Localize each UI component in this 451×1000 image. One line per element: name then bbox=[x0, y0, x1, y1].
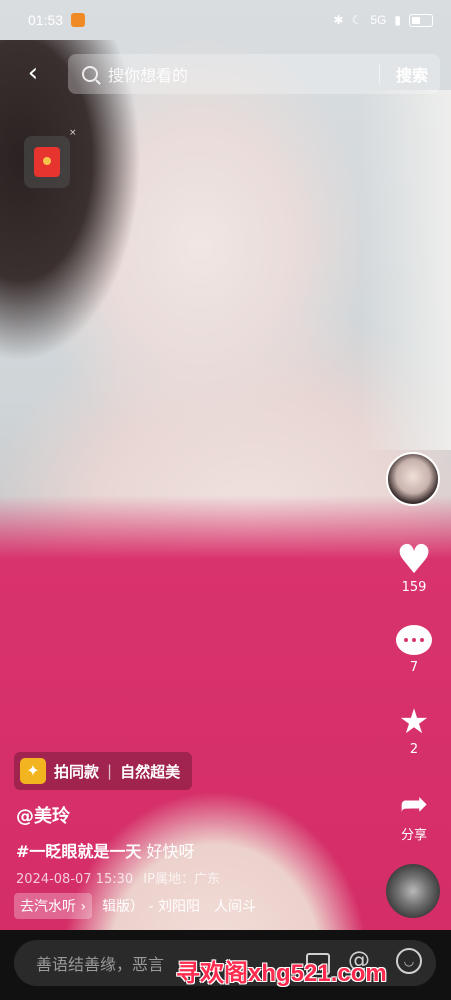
search-button[interactable]: 搜索 bbox=[396, 62, 428, 86]
do-not-disturb-icon: ☾ bbox=[351, 13, 363, 27]
ip-location: IP属地：广东 bbox=[143, 872, 220, 887]
share-label: 分享 bbox=[400, 828, 427, 843]
comment-icon bbox=[396, 625, 432, 655]
comment-button[interactable]: 7 bbox=[384, 620, 444, 675]
search-icon bbox=[82, 66, 98, 82]
favorite-count: 2 bbox=[409, 742, 419, 757]
share-button[interactable]: ➦ 分享 bbox=[384, 784, 444, 843]
template-tag[interactable]: ✦ 拍同款 | 自然超美 bbox=[14, 752, 193, 790]
caption-hashtag[interactable]: #一眨眼就是一天 bbox=[16, 842, 141, 861]
share-icon: ➦ bbox=[399, 784, 429, 824]
search-divider bbox=[379, 64, 380, 84]
video-caption: #一眨眼就是一天 好快呀 bbox=[16, 838, 195, 862]
author-name[interactable]: @美玲 bbox=[16, 802, 70, 828]
music-row[interactable]: 去汽水听 › 辑版） - 刘阳阳 人间斗 bbox=[14, 893, 256, 919]
like-button[interactable]: ♥ 159 bbox=[384, 540, 444, 595]
red-envelope-icon bbox=[34, 147, 60, 177]
back-button[interactable]: ‹ bbox=[18, 58, 48, 88]
star-icon: ★ bbox=[398, 702, 430, 742]
caption-text: 好快呀 bbox=[146, 842, 195, 861]
author-avatar[interactable] bbox=[386, 452, 440, 506]
comment-count: 7 bbox=[409, 660, 419, 675]
search-placeholder: 搜你想看的 bbox=[108, 66, 189, 85]
status-bar: 01:53 ✱ ☾ 5G ▮ bbox=[0, 0, 451, 40]
template-button-label: 拍同款 bbox=[54, 762, 100, 781]
emoji-icon[interactable]: ◡ bbox=[396, 948, 422, 974]
top-bar: ‹ 搜你想看的 搜索 bbox=[0, 48, 451, 100]
music-app-chip[interactable]: 去汽水听 › bbox=[14, 893, 93, 919]
signal-icon: ▮ bbox=[394, 13, 401, 27]
music-title: 辑版） - 刘阳阳 人间斗 bbox=[102, 899, 257, 915]
status-time: 01:53 bbox=[28, 12, 64, 28]
network-type: 5G bbox=[370, 13, 387, 27]
bluetooth-icon: ✱ bbox=[333, 13, 344, 27]
watermark: 寻欢阁xhg521.com bbox=[176, 960, 387, 987]
post-date: 2024-08-07 15:30 bbox=[16, 872, 134, 887]
favorite-button[interactable]: ★ 2 bbox=[384, 702, 444, 757]
search-input[interactable]: 搜你想看的 搜索 bbox=[68, 54, 440, 94]
sparkle-icon: ✦ bbox=[20, 758, 46, 784]
app-notification-icon bbox=[71, 13, 86, 27]
video-background-door bbox=[360, 90, 451, 450]
like-count: 159 bbox=[401, 580, 427, 595]
comment-placeholder: 善语结善缘，恶言 bbox=[36, 955, 165, 974]
red-packet-button[interactable] bbox=[24, 136, 70, 188]
tag-separator: | bbox=[107, 762, 113, 780]
battery-icon bbox=[409, 13, 433, 27]
red-packet-close-icon[interactable]: × bbox=[69, 128, 77, 138]
video-meta: 2024-08-07 15:30 IP属地：广东 bbox=[16, 868, 220, 887]
music-disc[interactable] bbox=[386, 864, 440, 918]
template-name: 自然超美 bbox=[120, 762, 181, 781]
heart-icon: ♥ bbox=[396, 537, 432, 583]
